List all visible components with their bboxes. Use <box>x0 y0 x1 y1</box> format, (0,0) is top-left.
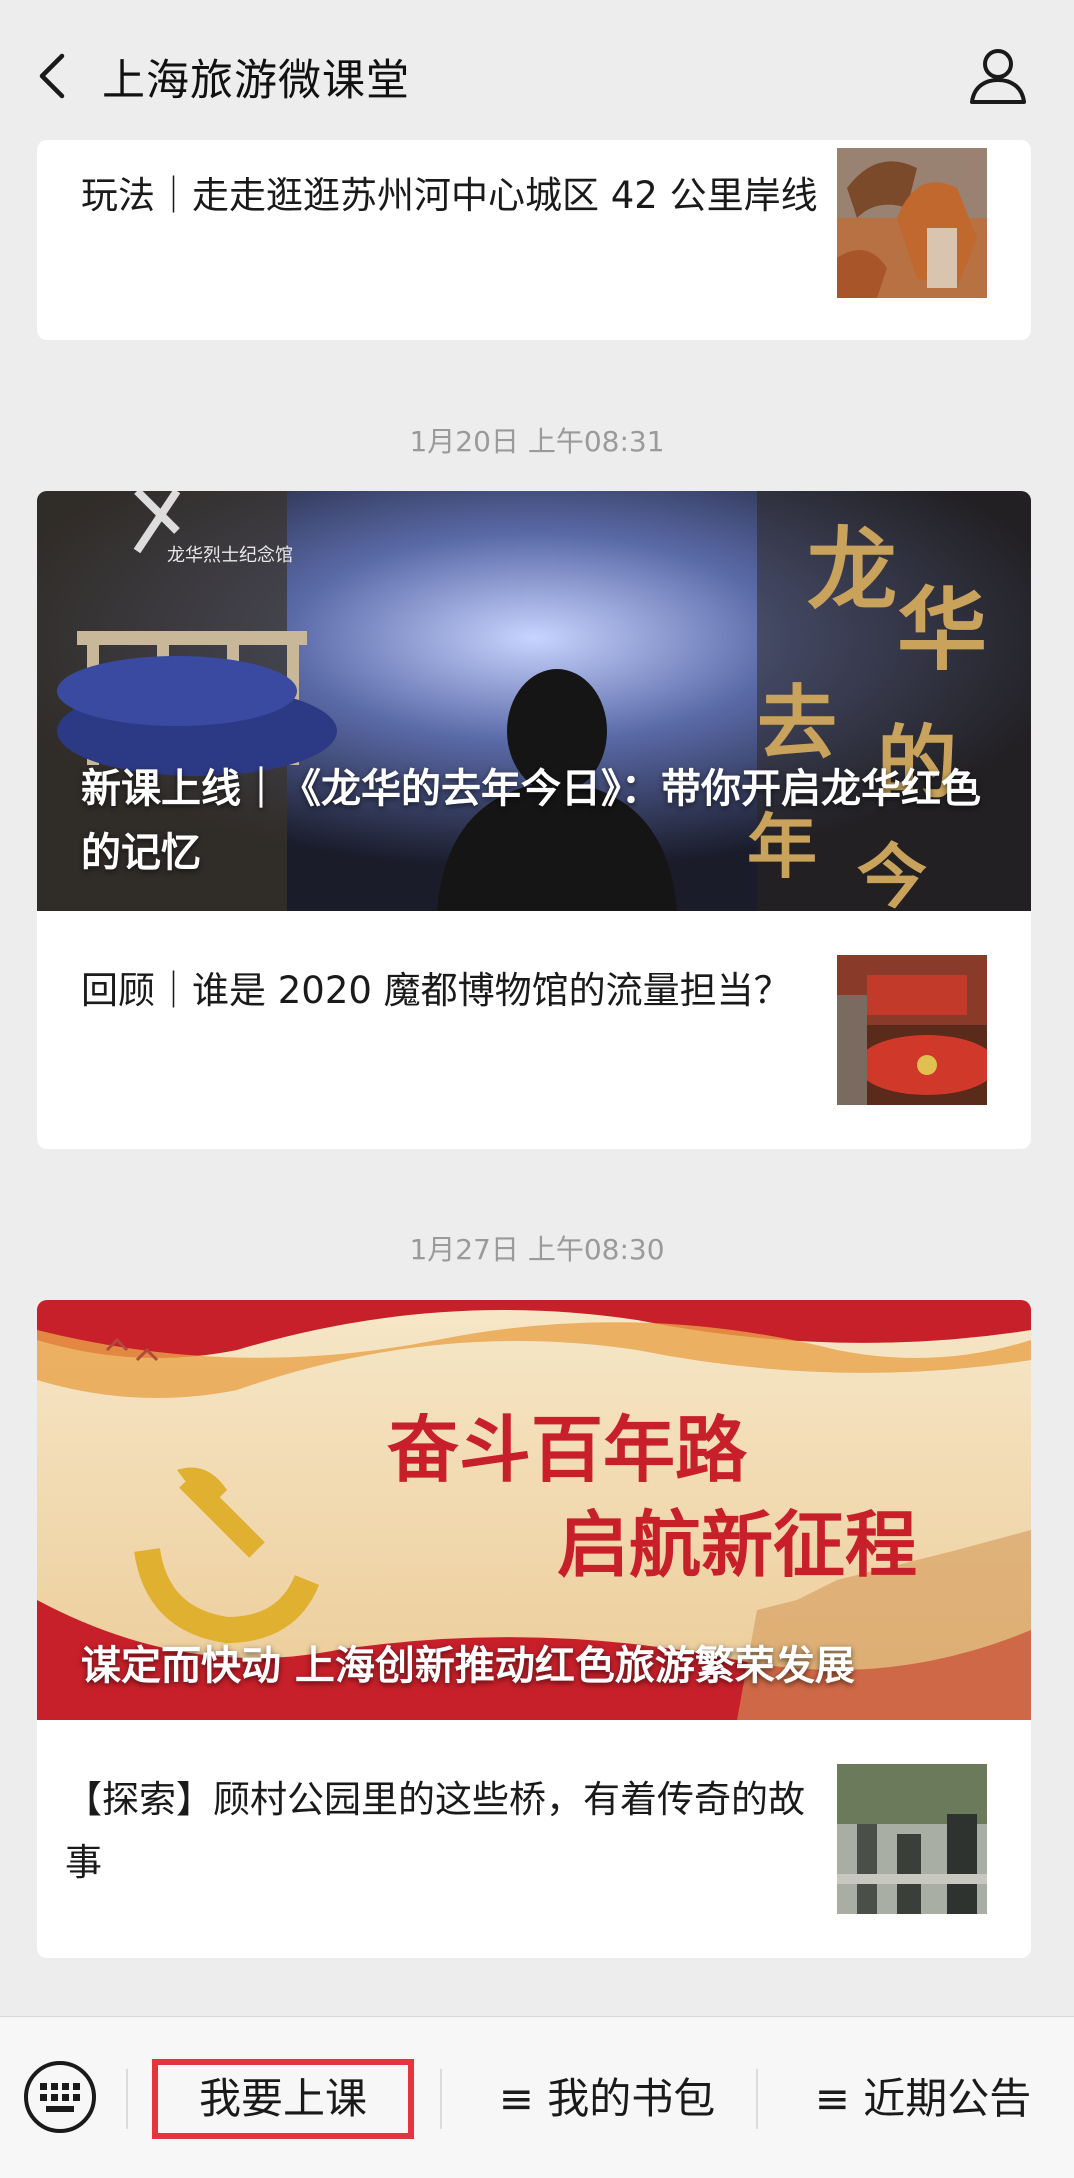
article-card: 龙华烈士纪念馆 龙 华 去 的 年 今 新课上线｜《龙华的去年今日》：带你开启龙… <box>37 491 1031 1149</box>
article-title: 玩法｜走走逛逛苏州河中心城区 42 公里岸线 <box>81 174 818 217</box>
menu-divider <box>756 2069 758 2129</box>
message-timestamp: 1月20日 上午08:31 <box>409 425 665 458</box>
hero-title: 谋定而快动 上海创新推动红色旅游繁荣发展 <box>81 1643 855 1689</box>
top-bar: 上海旅游微课堂 <box>0 0 1074 140</box>
menu-item-announcements[interactable]: ≡ 近期公告 <box>778 2059 1068 2139</box>
hero-title: 新课上线｜《龙华的去年今日》：带你开启龙华红色的记忆 <box>81 766 981 876</box>
svg-text:龙: 龙 <box>807 517 897 623</box>
hero-article[interactable]: 奋斗百年路 启航新征程 谋定而快动 上海创新推动红色旅游繁荣发展 <box>37 1300 1031 1720</box>
article-card: 玩法｜走走逛逛苏州河中心城区 42 公里岸线 <box>37 140 1031 340</box>
menu-divider <box>126 2069 128 2129</box>
menu-item-take-class[interactable]: 我要上课 <box>152 2059 414 2139</box>
message-timestamp: 1月27日 上午08:30 <box>409 1233 665 1266</box>
article-item[interactable]: 【探索】顾村公园里的这些桥，有着传奇的故事 <box>37 1720 1031 1958</box>
hero-art-line2: 启航新征程 <box>557 1502 917 1587</box>
hero-caption: 龙华烈士纪念馆 <box>167 544 293 566</box>
bottom-menu-bar: 我要上课 ≡ 我的书包 ≡ 近期公告 <box>0 2016 1074 2178</box>
article-title: 回顾｜谁是 2020 魔都博物馆的流量担当？ <box>81 969 791 1012</box>
article-thumbnail <box>837 1764 987 1914</box>
menu-divider <box>440 2069 442 2129</box>
back-button[interactable] <box>28 46 78 106</box>
keyboard-icon <box>24 2061 96 2133</box>
article-title: 【探索】顾村公园里的这些桥，有着传奇的故事 <box>65 1778 805 1884</box>
article-item[interactable]: 玩法｜走走逛逛苏州河中心城区 42 公里岸线 <box>37 140 1031 340</box>
menu-item-my-bag[interactable]: ≡ 我的书包 <box>462 2059 752 2139</box>
article-item[interactable]: 回顾｜谁是 2020 魔都博物馆的流量担当？ <box>37 911 1031 1149</box>
profile-button[interactable] <box>966 44 1030 108</box>
article-thumbnail <box>837 148 987 298</box>
hero-article[interactable]: 龙华烈士纪念馆 龙 华 去 的 年 今 新课上线｜《龙华的去年今日》：带你开启龙… <box>37 491 1031 911</box>
keyboard-toggle-button[interactable] <box>22 2059 98 2135</box>
svg-text:去: 去 <box>757 676 837 770</box>
article-thumbnail <box>837 955 987 1105</box>
person-icon <box>970 49 1026 104</box>
hero-art-line1: 奋斗百年路 <box>387 1407 748 1492</box>
svg-text:华: 华 <box>897 577 987 683</box>
page-title: 上海旅游微课堂 <box>102 56 410 106</box>
article-card: 奋斗百年路 启航新征程 谋定而快动 上海创新推动红色旅游繁荣发展 【探索】顾村公… <box>37 1300 1031 1958</box>
chevron-left-icon <box>39 53 65 99</box>
